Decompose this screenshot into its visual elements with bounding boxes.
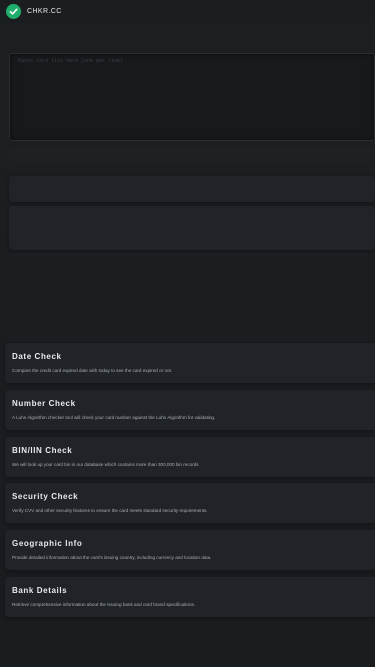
feature-title: Geographic Info [12, 539, 83, 548]
feature-title: Number Check [12, 399, 76, 408]
feature-description: Provide detailed information about the c… [12, 555, 212, 560]
feature-title: Security Check [12, 492, 79, 501]
brand-name[interactable]: CHKR.CC [27, 8, 62, 15]
feature-description: Retrieve comprehensive information about… [12, 602, 196, 607]
feature-title: Date Check [12, 352, 62, 361]
feature-card-bank-details: Bank Details Retrieve comprehensive info… [5, 577, 375, 617]
card-list-input-wrapper [9, 53, 375, 141]
feature-title: Bank Details [12, 586, 68, 595]
feature-card-number-check: Number Check A Luhn Algorithm checker to… [5, 390, 375, 430]
options-panel [9, 176, 375, 202]
feature-description: A Luhn Algorithm checker tool will check… [12, 415, 216, 420]
page: CHKR.CC Date Check Compare the credit ca… [0, 0, 375, 667]
feature-description: Verify CVV and other security features t… [12, 508, 208, 513]
input-toolbar [9, 147, 375, 162]
card-list-input[interactable] [10, 54, 374, 140]
feature-description: We will look up your card bin in our dat… [12, 462, 199, 467]
feature-card-date-check: Date Check Compare the credit card expir… [5, 343, 375, 383]
checkmark-icon [9, 8, 18, 15]
feature-card-geographic-info: Geographic Info Provide detailed informa… [5, 530, 375, 570]
top-bar: CHKR.CC [0, 0, 375, 22]
feature-card-security-check: Security Check Verify CVV and other secu… [5, 483, 375, 523]
results-panel [9, 206, 375, 250]
logo-checkmark-icon[interactable] [6, 3, 21, 19]
feature-title: BIN/IIN Check [12, 446, 73, 455]
feature-card-bin-check: BIN/IIN Check We will look up your card … [5, 437, 375, 477]
feature-description: Compare the credit card expired date wit… [12, 368, 173, 373]
